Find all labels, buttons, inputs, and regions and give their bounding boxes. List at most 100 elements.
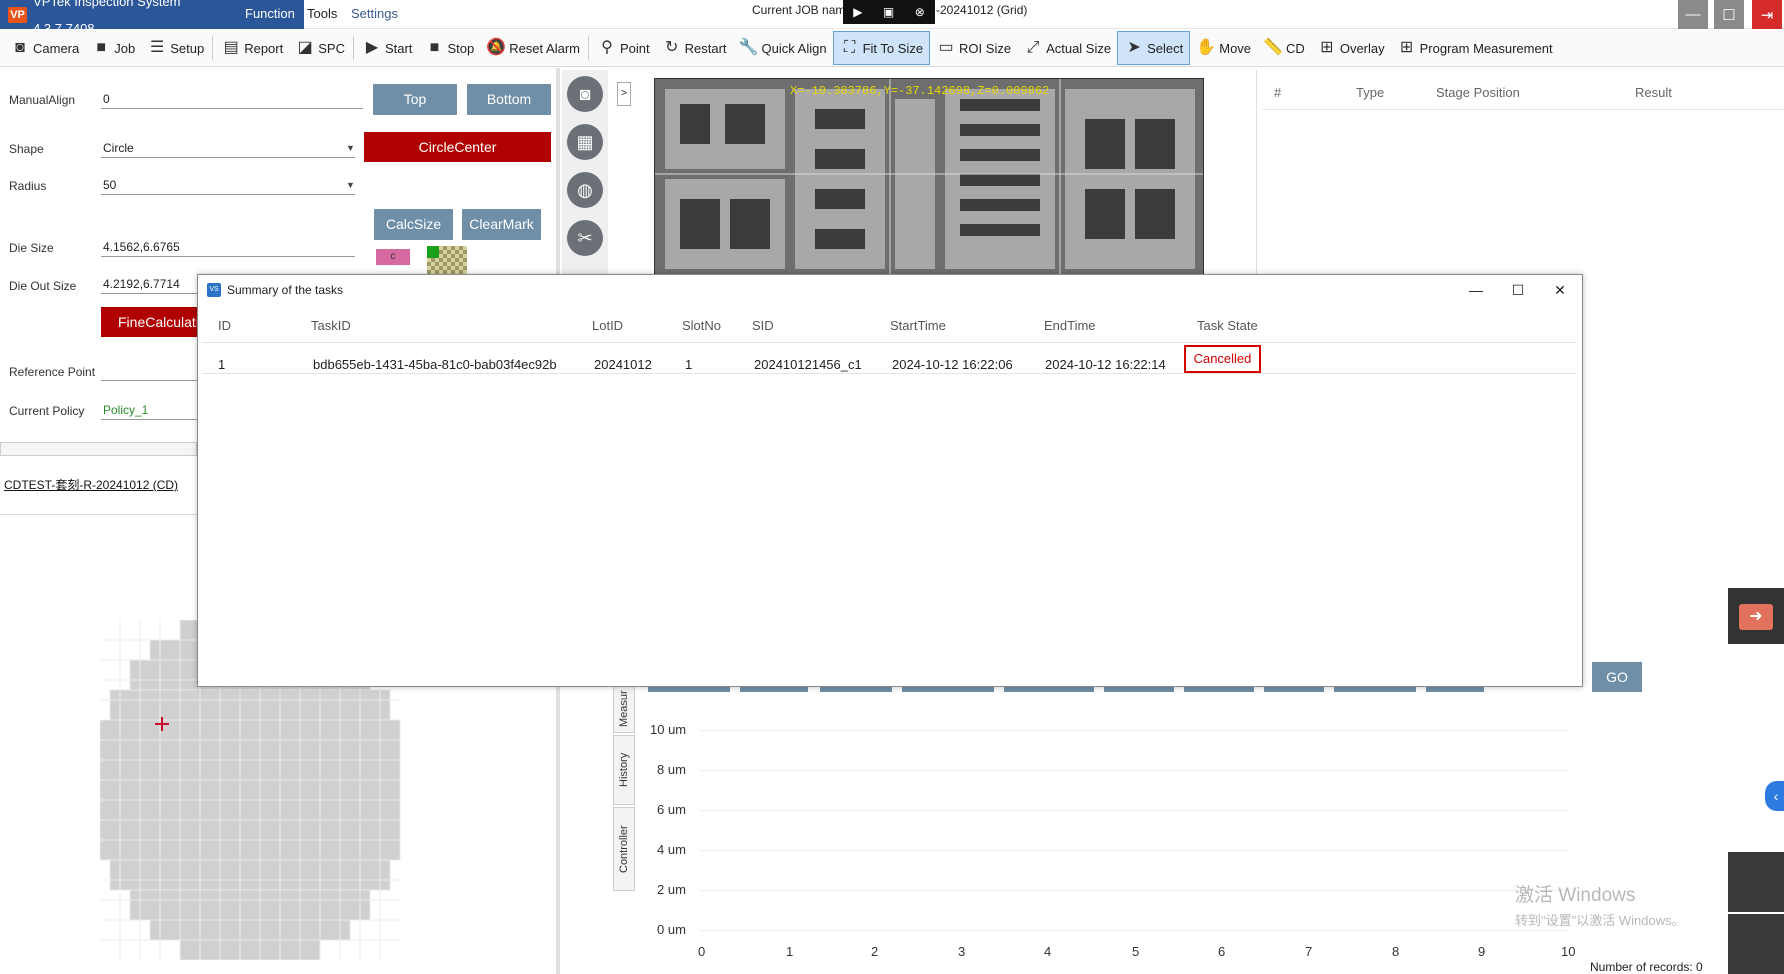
result-col-result: Result xyxy=(1635,85,1672,100)
arrow-right-icon: ➜ xyxy=(1739,604,1773,630)
col-id[interactable]: ID xyxy=(218,318,231,333)
shape-select[interactable]: Circle xyxy=(101,140,355,158)
select-button[interactable]: ➤ Select xyxy=(1117,31,1191,65)
toolbar-divider xyxy=(588,36,589,60)
roi-size-button[interactable]: ▭ ROI Size xyxy=(930,31,1017,65)
main-toolbar: ◙ Camera ■ Job ☰ Setup ▤ Report ◪ SPC ▶ Start … xyxy=(0,30,1784,67)
screen-icon[interactable]: ▣ xyxy=(883,5,894,19)
x-tick: 1 xyxy=(786,944,794,959)
chevron-down-icon[interactable]: ▼ xyxy=(346,143,355,153)
setup-button[interactable]: ☰ Setup xyxy=(141,31,210,65)
minimize-button[interactable]: — xyxy=(1678,0,1708,29)
radius-label: Radius xyxy=(9,179,47,193)
wrench-icon: 🔧 xyxy=(738,39,759,56)
cell-start-time: 2024-10-12 16:22:06 xyxy=(892,357,1013,372)
side-button-1[interactable] xyxy=(1728,852,1784,912)
chip-image[interactable] xyxy=(654,78,1204,276)
move-button[interactable]: ✋ Move xyxy=(1190,31,1257,65)
side-panel-toggle[interactable]: ➜ xyxy=(1728,588,1784,644)
restart-button[interactable]: ↻ Restart xyxy=(656,31,733,65)
camera-button[interactable]: ◙ Camera xyxy=(4,31,85,65)
toolbar-divider xyxy=(212,36,214,60)
col-sid[interactable]: SID xyxy=(752,318,774,333)
calcsize-button[interactable]: CalcSize xyxy=(374,209,453,240)
cursor-icon: ➤ xyxy=(1127,39,1141,56)
quick-align-button[interactable]: 🔧 Quick Align xyxy=(733,31,833,65)
globe-icon[interactable]: ◍ xyxy=(567,172,603,208)
side-button-2[interactable] xyxy=(1728,914,1784,974)
col-lot-id[interactable]: LotID xyxy=(592,318,623,333)
x-tick: 2 xyxy=(871,944,879,959)
pin-icon: ⚲ xyxy=(601,39,613,56)
report-button[interactable]: ▤ Report xyxy=(215,31,289,65)
record-count: Number of records: 0 xyxy=(1590,960,1703,974)
mark-c-swatch[interactable]: c xyxy=(376,249,410,265)
current-policy-value[interactable]: Policy_1 xyxy=(101,402,197,420)
tab-measure[interactable]: Measur xyxy=(613,685,635,733)
reference-point-input[interactable] xyxy=(101,363,197,381)
dialog-minimize-button[interactable]: — xyxy=(1456,275,1496,305)
collapse-panel-button[interactable]: ‹ xyxy=(1765,781,1784,811)
die-out-size-label: Die Out Size xyxy=(9,279,77,293)
menu-settings[interactable]: Settings xyxy=(342,0,407,29)
top-button[interactable]: Top xyxy=(373,84,457,115)
maximize-button[interactable]: ☐ xyxy=(1714,0,1744,29)
col-task-state[interactable]: Task State xyxy=(1197,318,1258,333)
col-end-time[interactable]: EndTime xyxy=(1044,318,1096,333)
circle-center-button[interactable]: CircleCenter xyxy=(364,132,551,162)
die-out-size-input[interactable]: 4.2192,6.7714 xyxy=(101,276,197,294)
dialog-title-bar[interactable]: VS Summary of the tasks xyxy=(198,275,1582,305)
tab-controller[interactable]: Controller xyxy=(613,807,635,891)
hand-icon: ✋ xyxy=(1196,39,1217,56)
grid-icon[interactable]: ▦ xyxy=(567,124,603,160)
overlay-button[interactable]: ⊞ Overlay xyxy=(1311,31,1391,65)
go-button[interactable]: GO xyxy=(1592,662,1642,692)
menu-function[interactable]: Function xyxy=(236,0,304,29)
chip-image-graphic xyxy=(655,79,1203,275)
col-start-time[interactable]: StartTime xyxy=(890,318,946,333)
reset-alarm-button[interactable]: 🔕 Reset Alarm xyxy=(480,31,586,65)
spc-button[interactable]: ◪ SPC xyxy=(289,31,351,65)
x-tick: 6 xyxy=(1218,944,1226,959)
exit-button[interactable]: ⇥ xyxy=(1752,0,1782,29)
close-icon[interactable]: ⊗ xyxy=(915,5,925,19)
stop-button[interactable]: ■ Stop xyxy=(418,31,480,65)
expand-panel-button[interactable]: > xyxy=(617,82,631,106)
tools-icon[interactable]: ✂ xyxy=(567,220,603,256)
dialog-title: Summary of the tasks xyxy=(227,283,344,297)
cell-slot-no: 1 xyxy=(685,357,693,372)
briefcase-icon: ■ xyxy=(96,39,107,56)
clearmark-button[interactable]: ClearMark xyxy=(462,209,541,240)
dialog-close-button[interactable]: ✕ xyxy=(1540,275,1580,305)
chevron-down-icon[interactable]: ▼ xyxy=(346,180,355,190)
actual-size-button[interactable]: ⤢ Actual Size xyxy=(1017,31,1117,65)
col-task-id[interactable]: TaskID xyxy=(311,318,351,333)
cell-id: 1 xyxy=(218,357,226,372)
cd-button[interactable]: 📏 CD xyxy=(1257,31,1311,65)
result-col-index: # xyxy=(1274,85,1282,100)
radius-select[interactable]: 50 xyxy=(101,177,355,195)
tab-history[interactable]: History xyxy=(613,735,635,805)
menu-tools[interactable]: Tools xyxy=(298,0,346,29)
horizontal-scrollbar[interactable] xyxy=(0,442,197,456)
fine-calculation-button[interactable]: FineCalculati xyxy=(101,307,197,337)
bottom-button[interactable]: Bottom xyxy=(467,84,551,115)
green-mark-swatch xyxy=(427,246,439,258)
point-button[interactable]: ⚲ Point xyxy=(591,31,656,65)
rect-icon: ▭ xyxy=(938,39,954,56)
gridline xyxy=(700,850,1570,851)
play-icon[interactable]: ▶ xyxy=(853,5,862,19)
manual-align-input[interactable]: 0 xyxy=(101,91,363,109)
program-measurement-button[interactable]: ⊞ Program Measurement xyxy=(1391,31,1559,65)
die-size-input[interactable]: 4.1562,6.6765 xyxy=(101,239,355,257)
result-table-header: # Type Stage Position Result xyxy=(1262,76,1784,110)
job-button[interactable]: ■ Job xyxy=(85,31,141,65)
dialog-maximize-button[interactable]: ☐ xyxy=(1498,275,1538,305)
start-button[interactable]: ▶ Start xyxy=(356,31,418,65)
col-slot-no[interactable]: SlotNo xyxy=(682,318,721,333)
camera-icon[interactable]: ◙ xyxy=(567,76,603,112)
current-policy-label: Current Policy xyxy=(9,404,85,418)
camera-icon: ◙ xyxy=(15,39,25,56)
fit-to-size-button[interactable]: ⛶ Fit To Size xyxy=(832,31,931,65)
job-link[interactable]: CDTEST-套刻-R-20241012 (CD) xyxy=(4,476,178,493)
